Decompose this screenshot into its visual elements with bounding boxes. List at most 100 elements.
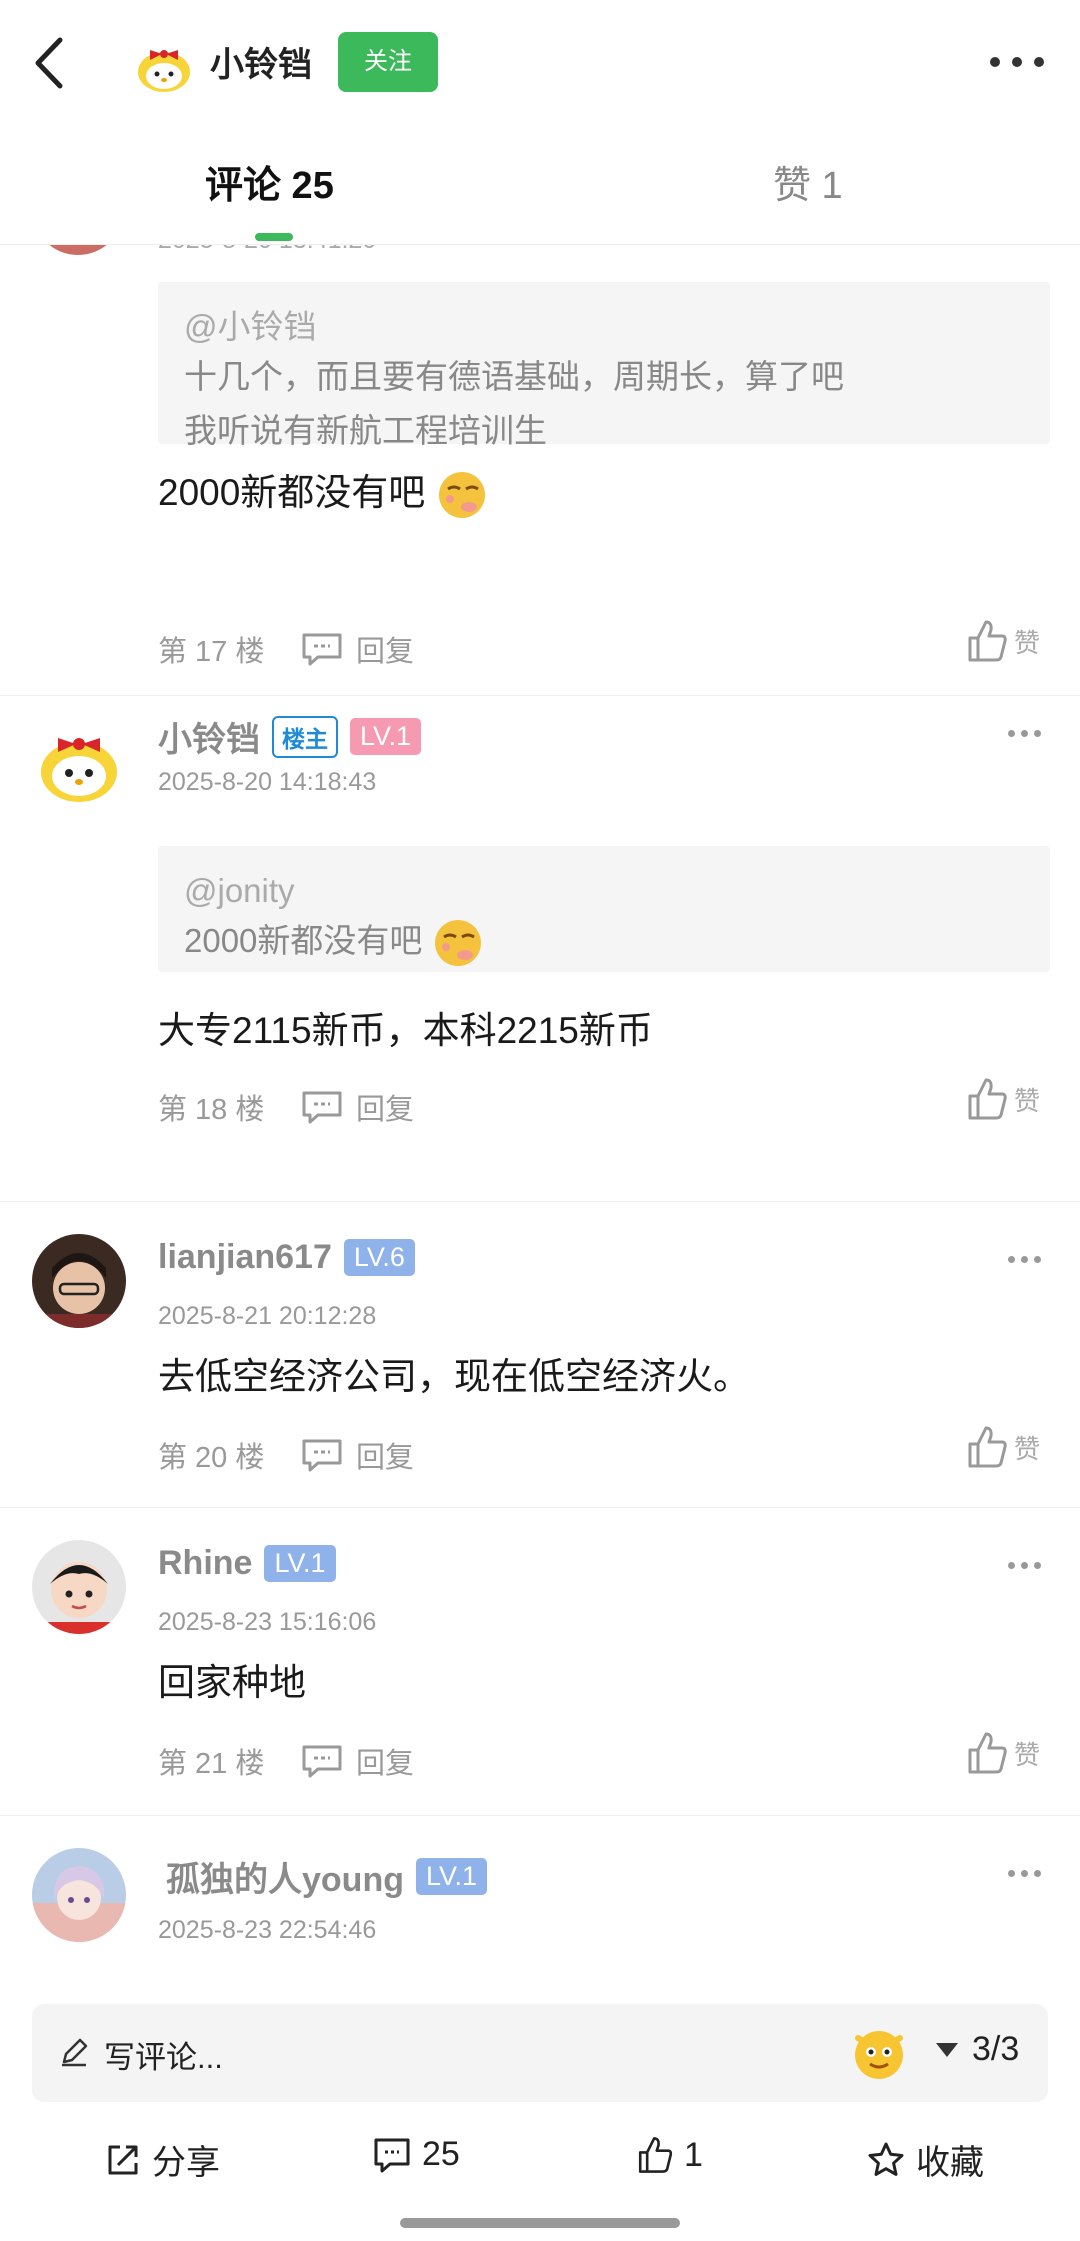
smirk-emoji-icon	[438, 472, 485, 519]
comment-input-placeholder[interactable]: 写评论...	[104, 2032, 223, 2077]
action-bar: 分享 25 1 收藏	[0, 2127, 1080, 2197]
reply-icon	[302, 1439, 342, 1472]
like-post-button[interactable]: 1	[636, 2135, 703, 2175]
level-badge: LV.6	[343, 1239, 415, 1276]
commenter-name[interactable]: lianjian617	[158, 1238, 332, 1277]
quoted-comment[interactable]: @小铃铛 十几个，而且要有德语基础，周期长，算了吧 我听说有新航工程培训生	[158, 282, 1050, 449]
like-button[interactable]: 赞	[966, 1730, 1040, 1776]
floor-number: 第 18 楼	[158, 1094, 265, 1126]
comment-text: 去低空经济公司，现在低空经济火。	[158, 1356, 750, 1397]
comment-more-icon[interactable]	[1008, 1256, 1041, 1263]
follow-button[interactable]: 关注	[338, 32, 438, 92]
floor-number: 第 20 楼	[158, 1442, 265, 1474]
thumbs-up-icon	[968, 620, 1007, 662]
avatar[interactable]	[32, 1540, 126, 1634]
level-badge: LV.1	[350, 718, 422, 755]
comment-composer[interactable]: 写评论... 3/3	[32, 2004, 1048, 2102]
reply-icon	[302, 633, 342, 666]
quote-line: 十几个，而且要有德语基础，周期长，算了吧	[184, 358, 844, 395]
thumbs-up-icon	[968, 1732, 1007, 1774]
like-label: 赞	[1014, 1739, 1041, 1770]
comment-list[interactable]: 2025-8-20 13:41:20 @小铃铛 十几个，而且要有德语基础，周期长…	[0, 200, 1080, 1972]
favorite-label: 收藏	[916, 2144, 984, 2182]
comment-item: Rhine LV.1 2025-8-23 15:16:06 回家种地 第 21 …	[0, 1508, 1080, 1816]
quote-mention: @jonity	[184, 872, 295, 909]
likes-count: 1	[684, 2135, 703, 2174]
quoted-comment[interactable]: @jonity 2000新都没有吧	[158, 846, 1050, 972]
comment-icon	[374, 2138, 410, 2172]
avatar[interactable]	[32, 1848, 126, 1942]
quote-line: 2000新都没有吧	[184, 914, 1024, 969]
comment-date: 2025-8-20 14:18:43	[158, 768, 377, 796]
comment-text: 回家种地	[158, 1662, 306, 1703]
reply-label: 回复	[356, 1442, 415, 1474]
thumbs-up-icon	[968, 1426, 1007, 1468]
avatar[interactable]	[32, 716, 126, 810]
page-selector[interactable]: 3/3	[936, 2030, 1019, 2069]
reply-button[interactable]: 回复	[300, 1434, 414, 1476]
home-indicator[interactable]	[400, 2218, 680, 2228]
commenter-name[interactable]: 孤独的人young	[166, 1852, 404, 1901]
comment-date: 2025-8-23 15:16:06	[158, 1608, 377, 1636]
author-avatar[interactable]	[132, 36, 196, 96]
floor-number: 第 21 楼	[158, 1748, 265, 1780]
comment-text: 2000新都没有吧	[158, 468, 488, 521]
reply-icon	[302, 1745, 342, 1778]
comment-header: Rhine LV.1	[158, 1544, 336, 1583]
pencil-icon	[62, 2038, 88, 2067]
reply-label: 回复	[356, 1748, 415, 1780]
dropdown-triangle-icon	[936, 2042, 958, 2057]
comment-date: 2025-8-23 22:54:46	[158, 1916, 377, 1944]
comment-more-icon[interactable]	[1008, 1870, 1041, 1877]
reply-button[interactable]: 回复	[300, 1086, 414, 1128]
level-badge: LV.1	[264, 1545, 336, 1582]
like-button[interactable]: 赞	[966, 1424, 1040, 1470]
comment-item: @小铃铛 十几个，而且要有德语基础，周期长，算了吧 我听说有新航工程培训生 20…	[0, 200, 1080, 696]
reply-label: 回复	[356, 1094, 415, 1126]
thumbs-up-icon	[968, 1078, 1007, 1120]
comment-item: 孤独的人young LV.1 2025-8-23 22:54:46	[0, 1816, 1080, 1972]
comment-header: 小铃铛 楼主 LV.1	[158, 712, 422, 761]
commenter-name[interactable]: 小铃铛	[158, 712, 260, 761]
thumbs-up-icon	[638, 2137, 673, 2173]
level-badge: LV.1	[415, 1858, 488, 1895]
like-button[interactable]: 赞	[966, 618, 1040, 664]
tab-bar: 评论 25 赞 1	[0, 125, 1080, 245]
owner-badge: 楼主	[272, 715, 338, 758]
comment-date: 2025-8-21 20:12:28	[158, 1302, 377, 1330]
tab-comments[interactable]: 评论 25	[205, 161, 334, 211]
emoji-picker-icon[interactable]	[850, 2024, 908, 2082]
like-button[interactable]: 赞	[966, 1076, 1040, 1122]
comment-item: 小铃铛 楼主 LV.1 2025-8-20 14:18:43 @jonity 2…	[0, 696, 1080, 1202]
comment-header: 孤独的人young LV.1	[166, 1852, 488, 1901]
floor-number: 第 17 楼	[158, 636, 265, 668]
reply-icon	[302, 1091, 342, 1124]
quote-line-content: 2000新都没有吧	[184, 922, 423, 959]
like-label: 赞	[1014, 627, 1041, 658]
share-button[interactable]: 分享	[104, 2135, 220, 2184]
reply-button[interactable]: 回复	[300, 1740, 414, 1782]
avatar[interactable]	[32, 1234, 126, 1328]
back-arrow-icon[interactable]	[30, 34, 70, 92]
comment-header: lianjian617 LV.6	[158, 1238, 415, 1277]
comment-more-icon[interactable]	[1008, 730, 1041, 737]
comment-item: lianjian617 LV.6 2025-8-21 20:12:28 去低空经…	[0, 1202, 1080, 1508]
quote-mention: @小铃铛	[184, 308, 317, 345]
comment-text-content: 2000新都没有吧	[158, 472, 426, 513]
like-label: 赞	[1014, 1085, 1041, 1116]
comments-count: 25	[422, 2135, 460, 2173]
reply-button[interactable]: 回复	[300, 628, 414, 670]
comment-more-icon[interactable]	[1008, 1562, 1041, 1569]
favorite-button[interactable]: 收藏	[866, 2135, 984, 2184]
active-tab-indicator	[255, 233, 293, 241]
more-options-icon[interactable]	[990, 50, 1044, 74]
author-name[interactable]: 小铃铛	[210, 40, 312, 90]
quote-line: 我听说有新航工程培训生	[184, 412, 547, 449]
page-indicator: 3/3	[972, 2030, 1020, 2068]
tab-likes[interactable]: 赞 1	[773, 161, 843, 211]
comments-count-button[interactable]: 25	[372, 2135, 460, 2174]
star-icon	[868, 2142, 904, 2176]
commenter-name[interactable]: Rhine	[158, 1544, 252, 1583]
share-label: 分享	[152, 2144, 220, 2182]
like-label: 赞	[1014, 1433, 1041, 1464]
